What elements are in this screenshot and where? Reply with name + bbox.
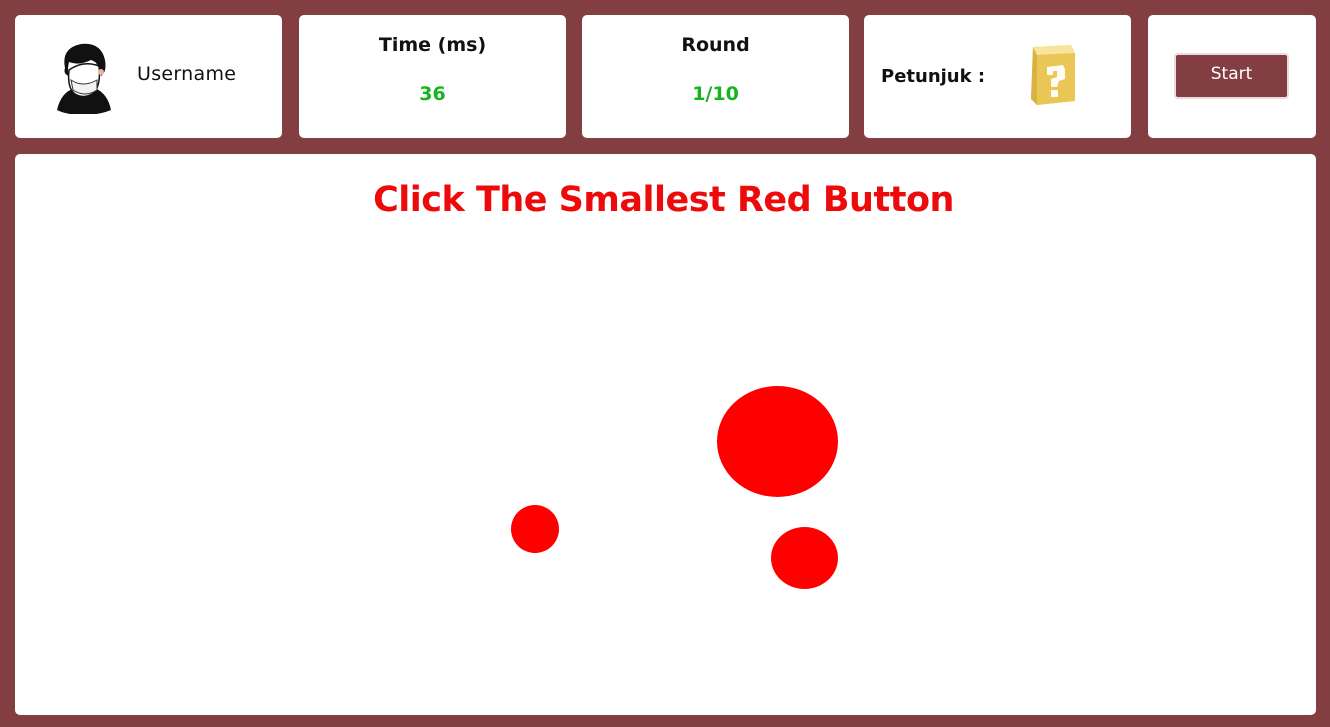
time-title: Time (ms) [378, 34, 487, 56]
large-red-button[interactable] [717, 386, 838, 497]
start-button[interactable]: Start [1174, 53, 1289, 99]
top-bar: Username Time (ms) 36 Round 1/10 Petunju… [0, 0, 1330, 140]
game-board: Click The Smallest Red Button [15, 154, 1316, 715]
medium-red-button[interactable] [771, 527, 838, 589]
user-card: Username [15, 15, 282, 138]
round-card: Round 1/10 [582, 15, 849, 138]
start-card: Start [1148, 15, 1316, 138]
avatar [53, 40, 115, 115]
round-value: 1/10 [692, 83, 739, 105]
hint-card: Petunjuk : [864, 15, 1131, 138]
instruction-title: Click The Smallest Red Button [373, 180, 954, 220]
round-title: Round [681, 34, 750, 56]
small-red-button[interactable] [511, 505, 559, 553]
time-card: Time (ms) 36 [299, 15, 566, 138]
username: Username [137, 63, 237, 85]
question-block-icon[interactable] [1027, 43, 1077, 107]
hint-label: Petunjuk : [881, 66, 986, 87]
time-value: 36 [419, 83, 446, 105]
avatar-illustration [57, 43, 111, 115]
